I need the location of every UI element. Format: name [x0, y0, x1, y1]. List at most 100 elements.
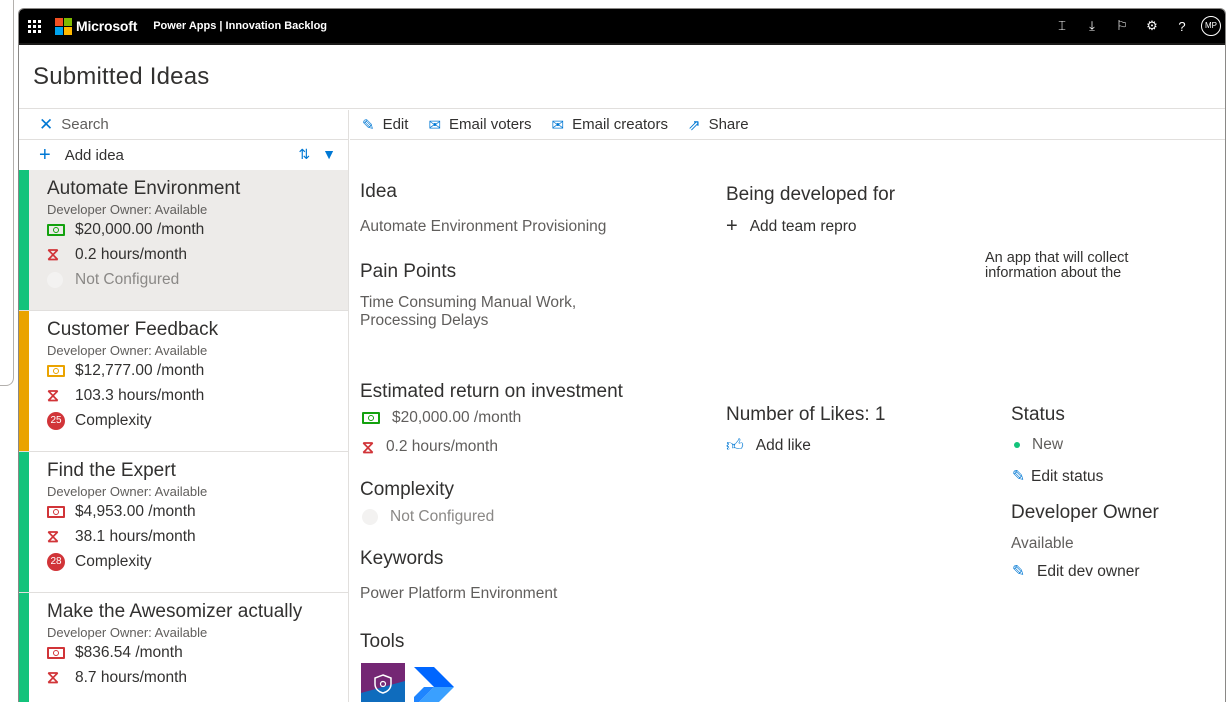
top-bar-actions: ⌶ ⤓ ⚐ ⚙ ? MP [1047, 9, 1221, 43]
status-value: New [1014, 436, 1063, 454]
description-line-1: An app that will collect [985, 250, 1129, 266]
hourglass-icon: ⧖ [47, 245, 59, 264]
clear-search-icon[interactable]: ✕ [39, 115, 53, 135]
settings-icon[interactable]: ⚙ [1137, 18, 1167, 34]
money-icon [47, 364, 65, 377]
money-row: $4,953.00 /month [47, 499, 348, 524]
complexity-row: Not Configured [47, 267, 348, 292]
keywords-heading: Keywords [360, 548, 444, 569]
share-label: Share [708, 116, 749, 133]
complexity-value-text: Not Configured [390, 508, 495, 525]
tools-heading: Tools [360, 631, 405, 652]
keywords-value: Power Platform Environment [360, 585, 558, 602]
add-like-label: Add like [755, 436, 811, 454]
top-bar: Microsoft Power Apps | Innovation Backlo… [19, 9, 1225, 43]
page-title: Submitted Ideas [33, 63, 210, 90]
money-row: $20,000.00 /month [47, 217, 348, 242]
pencil-icon: ✎ [362, 116, 375, 134]
roi-hours-value: 0.2 hours/month [385, 438, 498, 455]
idea-card[interactable]: Make the Awesomizer actually Developer Ow… [19, 593, 348, 702]
search-box[interactable]: ✕ Search [19, 110, 348, 140]
search-input[interactable]: Search [61, 116, 109, 133]
sort-icon[interactable]: ⇅ [298, 146, 310, 163]
email-creators-button[interactable]: ✉ Email creators [552, 116, 668, 134]
filter-icon[interactable]: ▼ [322, 146, 336, 163]
status-value-text: New [1032, 436, 1064, 453]
pain-points-line-1: Time Consuming Manual Work, [360, 294, 577, 311]
email-creators-label: Email creators [572, 116, 668, 133]
power-platform-admin-icon[interactable] [361, 663, 405, 702]
hours-value: 103.3 hours/month [75, 386, 205, 404]
complexity-row: 25 Complexity [47, 408, 348, 433]
being-developed-heading: Being developed for [726, 184, 896, 205]
list-tools: ⇅ ▼ [298, 146, 336, 163]
money-value: $20,000.00 /month [75, 220, 205, 238]
power-automate-icon[interactable] [412, 663, 456, 702]
idea-details: Idea Automate Environment Provisioning P… [350, 141, 1225, 702]
status-dot-icon [1014, 442, 1020, 448]
roi-hours: ⧖ 0.2 hours/month [362, 438, 498, 456]
hours-value: 38.1 hours/month [75, 527, 196, 545]
idea-card[interactable]: Automate Environment Developer Owner: Ava… [19, 170, 348, 311]
roi-money-value: $20,000.00 /month [392, 409, 522, 426]
waffle-icon [27, 19, 41, 33]
idea-title: Automate Environment [47, 178, 241, 199]
idea-heading: Idea [360, 181, 397, 202]
edit-dev-owner-button[interactable]: ✎ Edit dev owner [1012, 562, 1140, 581]
money-icon [47, 646, 65, 659]
money-value: $12,777.00 /month [75, 361, 205, 379]
app-launcher-button[interactable] [19, 19, 49, 33]
idea-value: Automate Environment Provisioning [360, 218, 607, 235]
add-team-repro-button[interactable]: + Add team repro [726, 215, 857, 238]
add-idea-label: Add idea [64, 146, 124, 164]
thumbs-up-icon: 👍︎ [726, 436, 744, 455]
share-icon: ⇗ [687, 116, 701, 134]
email-voters-button[interactable]: ✉ Email voters [428, 116, 531, 134]
brand-name: Microsoft [76, 18, 138, 34]
avatar[interactable]: MP [1201, 16, 1221, 36]
edit-dev-owner-label: Edit dev owner [1037, 562, 1140, 580]
hourglass-icon: ⧖ [47, 527, 59, 546]
download-icon[interactable]: ⤓ [1077, 18, 1107, 34]
description-line-2: information about the [985, 265, 1122, 281]
add-like-button[interactable]: 👍︎ Add like [726, 435, 811, 456]
money-row: $836.54 /month [47, 640, 348, 665]
hours-row: ⧖ 8.7 hours/month [47, 665, 348, 690]
idea-card[interactable]: Find the Expert Developer Owner: Availabl… [19, 452, 348, 593]
email-voters-label: Email voters [449, 116, 532, 133]
app-title: Power Apps | Innovation Backlog [153, 20, 328, 32]
command-bar: ✎ Edit ✉ Email voters ✉ Email creators ⇗… [350, 110, 1225, 140]
idea-card[interactable]: Customer Feedback Developer Owner: Availa… [19, 311, 348, 452]
pain-points-heading: Pain Points [360, 261, 457, 282]
complexity-label: Complexity [75, 552, 152, 570]
flag-icon[interactable]: ⚐ [1107, 18, 1137, 34]
hours-value: 8.7 hours/month [75, 668, 188, 686]
idea-title: Find the Expert [47, 460, 176, 481]
mail-icon: ✉ [428, 116, 442, 134]
idea-list: Automate Environment Developer Owner: Ava… [19, 170, 348, 702]
add-idea-button[interactable]: + Add idea ⇅ ▼ [19, 140, 348, 170]
money-icon [47, 505, 65, 518]
status-stripe [19, 170, 29, 310]
complexity-placeholder-icon [47, 271, 63, 288]
edit-label: Edit [382, 116, 409, 133]
pain-points-line-2: Processing Delays [360, 312, 489, 329]
money-value: $4,953.00 /month [75, 502, 196, 520]
money-row: $12,777.00 /month [47, 358, 348, 383]
edit-button[interactable]: ✎ Edit [362, 116, 408, 134]
complexity-label: Not Configured [75, 270, 180, 288]
share-button[interactable]: ⇗ Share [688, 116, 749, 134]
help-icon[interactable]: ? [1167, 19, 1197, 34]
complexity-badge: 28 [47, 552, 65, 571]
fit-icon[interactable]: ⌶ [1047, 18, 1077, 34]
hourglass-icon: ⧖ [47, 668, 59, 687]
edit-status-button[interactable]: ✎ Edit status [1012, 467, 1103, 486]
add-team-repro-label: Add team repro [749, 217, 857, 235]
ideas-panel: ✕ Search + Add idea ⇅ ▼ Automate Environ… [19, 110, 349, 702]
background-window-edge [0, 0, 14, 386]
hourglass-icon: ⧖ [362, 437, 374, 457]
status-heading: Status [1011, 404, 1065, 425]
mail-icon: ✉ [551, 116, 565, 134]
dev-owner-heading: Developer Owner [1011, 502, 1159, 523]
hours-row: ⧖ 103.3 hours/month [47, 383, 348, 408]
